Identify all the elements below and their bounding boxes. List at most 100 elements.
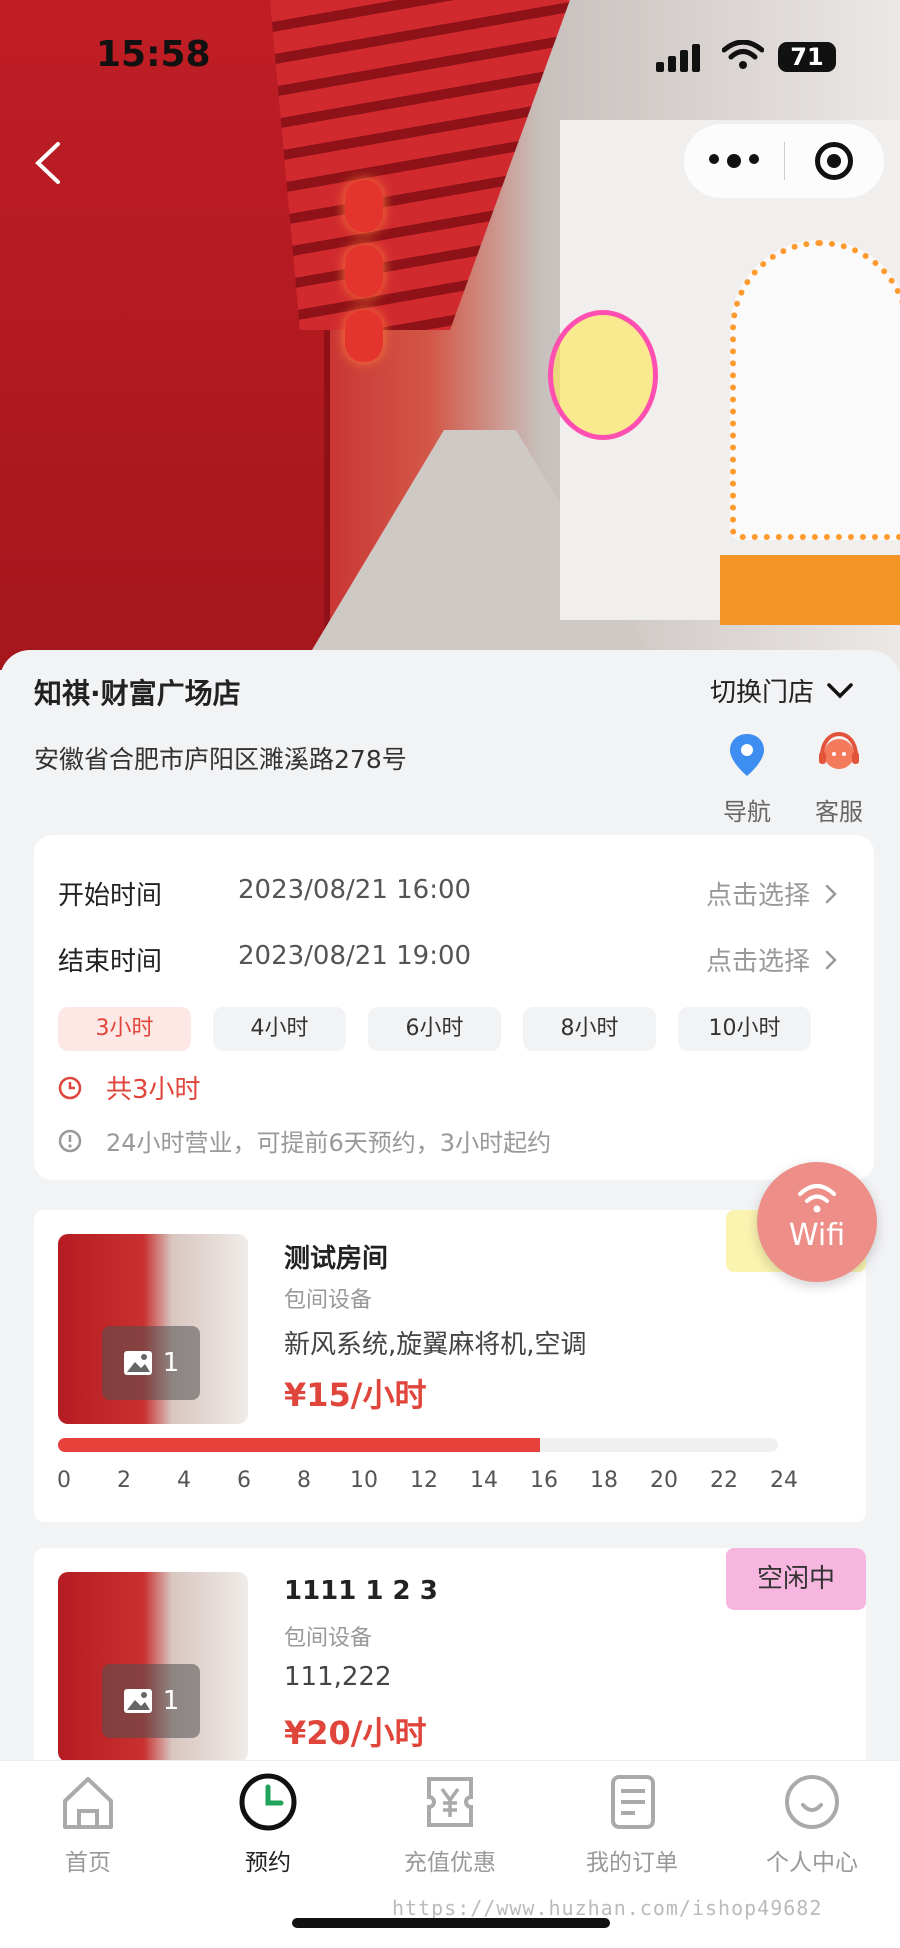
tab-recharge-label: 充值优惠 xyxy=(404,1850,496,1876)
duration-chip-4h[interactable]: 4小时 xyxy=(213,1007,346,1051)
timeline-tick-label: 24 xyxy=(770,1468,798,1493)
lantern xyxy=(345,180,383,232)
home-icon xyxy=(63,1777,113,1829)
navigate-label: 导航 xyxy=(723,798,771,826)
duration-chip-6h[interactable]: 6小时 xyxy=(368,1007,501,1051)
image-icon xyxy=(123,1689,152,1713)
chevron-right-icon xyxy=(825,884,837,903)
room-thumbnail[interactable]: 1 xyxy=(58,1234,248,1424)
image-count-overlay: 1 xyxy=(102,1326,200,1400)
tab-booking-label: 预约 xyxy=(245,1850,291,1876)
occupancy-fill xyxy=(58,1438,541,1452)
end-time-label: 结束时间 xyxy=(58,947,163,977)
timeline-tick-label: 8 xyxy=(297,1468,311,1493)
tab-home-label: 首页 xyxy=(65,1850,111,1876)
store-name: 知祺·财富广场店 xyxy=(34,677,241,710)
timeline-tick-label: 2 xyxy=(117,1468,131,1493)
mini-program-capsule xyxy=(684,124,884,198)
room-status-badge: 空闲中 xyxy=(726,1548,866,1610)
headset-icon xyxy=(819,731,859,769)
room-subtitle: 包间设备 xyxy=(284,1288,373,1313)
timeline-tick-label: 22 xyxy=(710,1468,738,1493)
start-time-picker[interactable]: 点击选择 xyxy=(706,875,838,912)
lantern xyxy=(345,310,383,362)
room-features: 111,222 xyxy=(284,1662,392,1692)
room-price: ¥15/小时 xyxy=(284,1376,427,1414)
wifi-button[interactable]: Wifi xyxy=(757,1162,877,1282)
booking-info: 24小时营业，可提前6天预约，3小时起约 xyxy=(58,1123,551,1158)
start-time-label: 开始时间 xyxy=(58,881,163,911)
switch-store-button[interactable]: 切换门店 xyxy=(710,672,854,709)
tab-profile-label: 个人中心 xyxy=(766,1850,858,1876)
customer-service-label: 客服 xyxy=(815,798,863,826)
navigate-button[interactable]: 导航 xyxy=(712,730,782,827)
room-name: 1111 1 2 3 xyxy=(284,1576,438,1606)
room-subtitle: 包间设备 xyxy=(284,1626,373,1651)
profile-icon xyxy=(785,1775,839,1829)
booking-time-card: 开始时间 2023/08/21 16:00 点击选择 结束时间 2023/08/… xyxy=(34,835,874,1180)
image-icon xyxy=(123,1351,152,1375)
timeline-tick-label: 6 xyxy=(237,1468,251,1493)
timeline-tick-label: 14 xyxy=(470,1468,498,1493)
room-card[interactable]: 空闲中 1 1111 1 2 3 包间设备 111,222 ¥20/小时 xyxy=(34,1548,866,1778)
chevron-down-icon xyxy=(827,682,853,698)
clock-icon xyxy=(239,1773,297,1831)
more-menu-button[interactable] xyxy=(684,154,784,168)
location-pin-icon xyxy=(730,734,764,776)
occupancy-timeline-bar xyxy=(58,1438,778,1452)
watermark: https://www.huzhan.com/ishop49682 xyxy=(392,1896,823,1920)
clock-icon xyxy=(58,1076,82,1099)
tab-profile[interactable]: 个人中心 xyxy=(742,1771,882,1877)
target-icon xyxy=(815,142,854,180)
close-mini-program-button[interactable] xyxy=(785,142,885,180)
room-thumbnail[interactable]: 1 xyxy=(58,1572,248,1762)
timeline-tick-label: 0 xyxy=(57,1468,71,1493)
status-time: 15:58 xyxy=(96,34,211,75)
tab-orders[interactable]: 我的订单 xyxy=(562,1771,702,1877)
wifi-label: Wifi xyxy=(788,1218,846,1253)
image-count: 1 xyxy=(162,1686,180,1716)
duration-chip-3h[interactable]: 3小时 xyxy=(58,1007,191,1051)
duration-chip-8h[interactable]: 8小时 xyxy=(523,1007,656,1051)
wifi-icon xyxy=(798,1184,836,1213)
timeline-tick-label: 4 xyxy=(177,1468,191,1493)
image-count: 1 xyxy=(162,1348,180,1378)
room-card[interactable]: 1 测试房间 包间设备 新风系统,旋翼麻将机,空调 ¥15/小时 0 2 4 6 8 10… xyxy=(34,1210,866,1522)
back-button[interactable] xyxy=(28,138,68,188)
tab-booking[interactable]: 预约 xyxy=(198,1771,338,1877)
store-address: 安徽省合肥市庐阳区濉溪路278号 xyxy=(34,745,407,774)
info-icon xyxy=(58,1129,82,1152)
total-duration-text: 共3小时 xyxy=(106,1075,201,1105)
timeline-tick-label: 20 xyxy=(650,1468,678,1493)
end-time-picker[interactable]: 点击选择 xyxy=(706,941,838,978)
duration-chip-10h[interactable]: 10小时 xyxy=(678,1007,811,1051)
timeline-tick-label: 12 xyxy=(410,1468,438,1493)
switch-store-label: 切换门店 xyxy=(710,678,815,708)
room-name: 测试房间 xyxy=(284,1244,389,1274)
room-price: ¥20/小时 xyxy=(284,1714,427,1752)
hero-neon-frame xyxy=(730,240,900,540)
room-features: 新风系统,旋翼麻将机,空调 xyxy=(284,1330,587,1360)
wifi-status-icon xyxy=(722,40,764,69)
home-indicator[interactable] xyxy=(292,1918,610,1928)
cellular-signal-icon xyxy=(656,44,700,72)
tab-recharge[interactable]: 充值优惠 xyxy=(380,1771,520,1877)
order-icon xyxy=(611,1775,655,1829)
timeline-tick-label: 16 xyxy=(530,1468,558,1493)
battery-icon: 71 xyxy=(778,42,836,72)
hero-neon-sign xyxy=(548,310,658,440)
customer-service-button[interactable]: 客服 xyxy=(804,730,874,827)
image-count-overlay: 1 xyxy=(102,1664,200,1738)
status-bar: 15:58 71 xyxy=(0,0,900,110)
lantern xyxy=(345,245,383,297)
total-duration: 共3小时 xyxy=(58,1069,201,1106)
pick-label: 点击选择 xyxy=(705,881,810,911)
pick-label: 点击选择 xyxy=(705,947,810,977)
end-time-value: 2023/08/21 19:00 xyxy=(238,941,472,971)
chevron-right-icon xyxy=(825,950,837,969)
timeline-tick-label: 10 xyxy=(350,1468,378,1493)
hero-arrow-panel xyxy=(720,555,900,625)
tab-orders-label: 我的订单 xyxy=(586,1850,678,1876)
yen-ticket-icon xyxy=(427,1777,473,1827)
tab-home[interactable]: 首页 xyxy=(18,1771,158,1877)
